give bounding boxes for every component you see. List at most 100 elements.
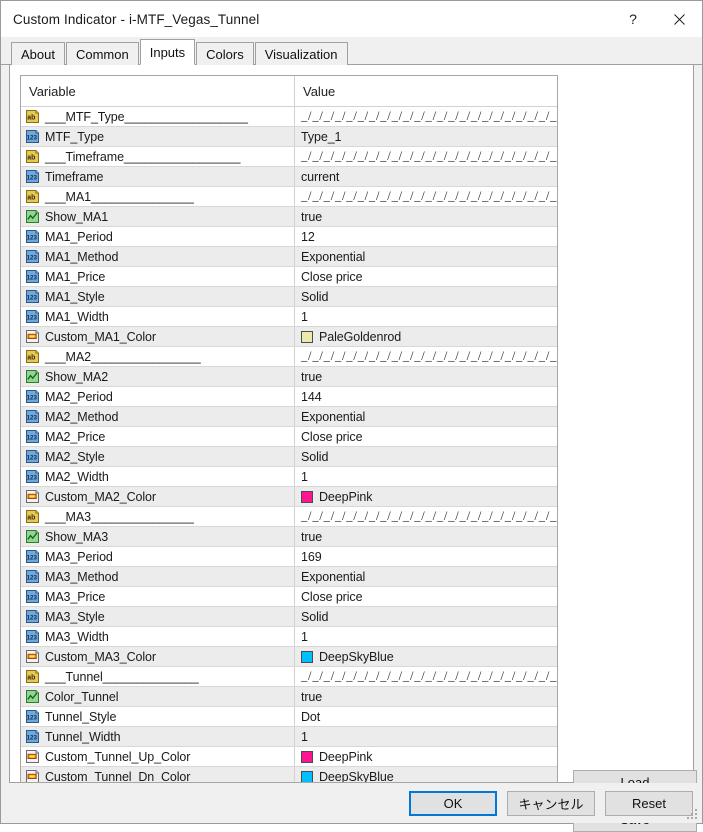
parameter-name-cell[interactable]: 123 MTF_Type <box>21 127 295 146</box>
table-row[interactable]: ab ___Timeframe_________________ _/_/_/_/_… <box>21 147 557 167</box>
table-row[interactable]: 123 MA1_Method Exponential <box>21 247 557 267</box>
parameter-name-cell[interactable]: 123 Timeframe <box>21 167 295 186</box>
parameter-value-cell[interactable]: _/_/_/_/_/_/_/_/_/_/_/_/_/_/_/_/_/_/_/_/… <box>295 667 557 686</box>
parameter-name-cell[interactable]: 123 Tunnel_Width <box>21 727 295 746</box>
parameters-grid[interactable]: Variable Value ab ___MTF_Type____________… <box>20 75 558 783</box>
table-row[interactable]: ab ___MA1_______________ _/_/_/_/_/_/_/_/_… <box>21 187 557 207</box>
parameter-value-cell[interactable]: 169 <box>295 547 557 566</box>
parameter-value-cell[interactable]: Close price <box>295 587 557 606</box>
table-row[interactable]: Custom_MA1_Color PaleGoldenrod <box>21 327 557 347</box>
table-row[interactable]: 123 MA3_Style Solid <box>21 607 557 627</box>
parameter-name-cell[interactable]: 123 MA1_Period <box>21 227 295 246</box>
parameter-name-cell[interactable]: ab ___Timeframe_________________ <box>21 147 295 166</box>
parameter-value-cell[interactable]: _/_/_/_/_/_/_/_/_/_/_/_/_/_/_/_/_/_/_/_/… <box>295 507 557 526</box>
parameter-name-cell[interactable]: 123 MA2_Style <box>21 447 295 466</box>
tab-about[interactable]: About <box>11 42 65 65</box>
parameter-value-cell[interactable]: Type_1 <box>295 127 557 146</box>
close-button[interactable] <box>656 1 702 37</box>
table-row[interactable]: 123 Tunnel_Style Dot <box>21 707 557 727</box>
parameter-value-cell[interactable]: Solid <box>295 447 557 466</box>
parameter-name-cell[interactable]: 123 MA2_Width <box>21 467 295 486</box>
table-row[interactable]: Custom_Tunnel_Dn_Color DeepSkyBlue <box>21 767 557 782</box>
parameter-name-cell[interactable]: ab ___MA2________________ <box>21 347 295 366</box>
parameter-value-cell[interactable]: true <box>295 527 557 546</box>
table-row[interactable]: 123 Timeframe current <box>21 167 557 187</box>
table-row[interactable]: Custom_MA2_Color DeepPink <box>21 487 557 507</box>
cancel-button[interactable]: キャンセル <box>507 790 595 816</box>
parameter-value-cell[interactable]: true <box>295 207 557 226</box>
parameter-name-cell[interactable]: 123 MA1_Price <box>21 267 295 286</box>
table-row[interactable]: Show_MA2 true <box>21 367 557 387</box>
parameter-value-cell[interactable]: current <box>295 167 557 186</box>
parameter-name-cell[interactable]: Color_Tunnel <box>21 687 295 706</box>
parameter-value-cell[interactable]: Solid <box>295 607 557 626</box>
parameter-value-cell[interactable]: Exponential <box>295 407 557 426</box>
table-row[interactable]: 123 MA1_Period 12 <box>21 227 557 247</box>
parameter-name-cell[interactable]: 123 MA2_Price <box>21 427 295 446</box>
parameter-value-cell[interactable]: 1 <box>295 627 557 646</box>
parameter-name-cell[interactable]: Custom_MA1_Color <box>21 327 295 346</box>
parameter-value-cell[interactable]: Close price <box>295 427 557 446</box>
parameter-value-cell[interactable]: DeepPink <box>295 747 557 766</box>
table-row[interactable]: 123 MA2_Method Exponential <box>21 407 557 427</box>
parameter-value-cell[interactable]: Dot <box>295 707 557 726</box>
table-row[interactable]: 123 MA2_Style Solid <box>21 447 557 467</box>
table-row[interactable]: ab ___Tunnel______________ _/_/_/_/_/_/_/_… <box>21 667 557 687</box>
parameter-value-cell[interactable]: _/_/_/_/_/_/_/_/_/_/_/_/_/_/_/_/_/_/_/_/… <box>295 147 557 166</box>
parameter-value-cell[interactable]: Close price <box>295 267 557 286</box>
parameter-value-cell[interactable]: true <box>295 687 557 706</box>
parameter-name-cell[interactable]: 123 MA3_Style <box>21 607 295 626</box>
parameter-value-cell[interactable]: true <box>295 367 557 386</box>
parameter-value-cell[interactable]: Exponential <box>295 247 557 266</box>
ok-button[interactable]: OK <box>409 790 497 816</box>
parameter-name-cell[interactable]: Custom_Tunnel_Up_Color <box>21 747 295 766</box>
parameter-name-cell[interactable]: Show_MA1 <box>21 207 295 226</box>
parameter-value-cell[interactable]: 144 <box>295 387 557 406</box>
parameter-name-cell[interactable]: 123 MA2_Period <box>21 387 295 406</box>
parameter-value-cell[interactable]: PaleGoldenrod <box>295 327 557 346</box>
table-row[interactable]: Custom_MA3_Color DeepSkyBlue <box>21 647 557 667</box>
table-row[interactable]: 123 MA2_Period 144 <box>21 387 557 407</box>
table-row[interactable]: ab ___MTF_Type__________________ _/_/_/_/_… <box>21 107 557 127</box>
parameter-name-cell[interactable]: Custom_MA2_Color <box>21 487 295 506</box>
table-row[interactable]: Show_MA1 true <box>21 207 557 227</box>
parameter-value-cell[interactable]: 1 <box>295 307 557 326</box>
parameter-value-cell[interactable]: DeepPink <box>295 487 557 506</box>
table-row[interactable]: 123 Tunnel_Width 1 <box>21 727 557 747</box>
parameter-name-cell[interactable]: Show_MA3 <box>21 527 295 546</box>
parameter-name-cell[interactable]: 123 MA1_Style <box>21 287 295 306</box>
parameter-name-cell[interactable]: 123 MA3_Price <box>21 587 295 606</box>
table-row[interactable]: 123 MA3_Price Close price <box>21 587 557 607</box>
table-row[interactable]: Show_MA3 true <box>21 527 557 547</box>
parameter-name-cell[interactable]: 123 Tunnel_Style <box>21 707 295 726</box>
parameter-value-cell[interactable]: 12 <box>295 227 557 246</box>
column-header-variable[interactable]: Variable <box>21 76 295 106</box>
parameter-name-cell[interactable]: ab ___MA3_______________ <box>21 507 295 526</box>
table-row[interactable]: 123 MA1_Width 1 <box>21 307 557 327</box>
tab-colors[interactable]: Colors <box>196 42 254 65</box>
parameter-name-cell[interactable]: Custom_Tunnel_Dn_Color <box>21 767 295 782</box>
parameter-name-cell[interactable]: Show_MA2 <box>21 367 295 386</box>
parameter-value-cell[interactable]: DeepSkyBlue <box>295 647 557 666</box>
reset-button[interactable]: Reset <box>605 790 693 816</box>
table-row[interactable]: 123 MA3_Width 1 <box>21 627 557 647</box>
parameter-value-cell[interactable]: _/_/_/_/_/_/_/_/_/_/_/_/_/_/_/_/_/_/_/_/… <box>295 347 557 366</box>
parameter-value-cell[interactable]: Exponential <box>295 567 557 586</box>
table-row[interactable]: Color_Tunnel true <box>21 687 557 707</box>
parameter-name-cell[interactable]: 123 MA3_Width <box>21 627 295 646</box>
parameter-name-cell[interactable]: 123 MA3_Method <box>21 567 295 586</box>
table-row[interactable]: 123 MA2_Width 1 <box>21 467 557 487</box>
column-header-value[interactable]: Value <box>295 76 557 106</box>
parameter-name-cell[interactable]: 123 MA2_Method <box>21 407 295 426</box>
table-row[interactable]: Custom_Tunnel_Up_Color DeepPink <box>21 747 557 767</box>
tab-inputs[interactable]: Inputs <box>139 39 196 65</box>
table-row[interactable]: 123 MA3_Method Exponential <box>21 567 557 587</box>
table-row[interactable]: ab ___MA3_______________ _/_/_/_/_/_/_/_/_… <box>21 507 557 527</box>
parameter-name-cell[interactable]: ab ___MTF_Type__________________ <box>21 107 295 126</box>
parameter-value-cell[interactable]: 1 <box>295 727 557 746</box>
parameter-name-cell[interactable]: ab ___Tunnel______________ <box>21 667 295 686</box>
parameter-value-cell[interactable]: 1 <box>295 467 557 486</box>
parameter-name-cell[interactable]: 123 MA1_Width <box>21 307 295 326</box>
help-button[interactable]: ? <box>610 1 656 37</box>
parameter-name-cell[interactable]: Custom_MA3_Color <box>21 647 295 666</box>
